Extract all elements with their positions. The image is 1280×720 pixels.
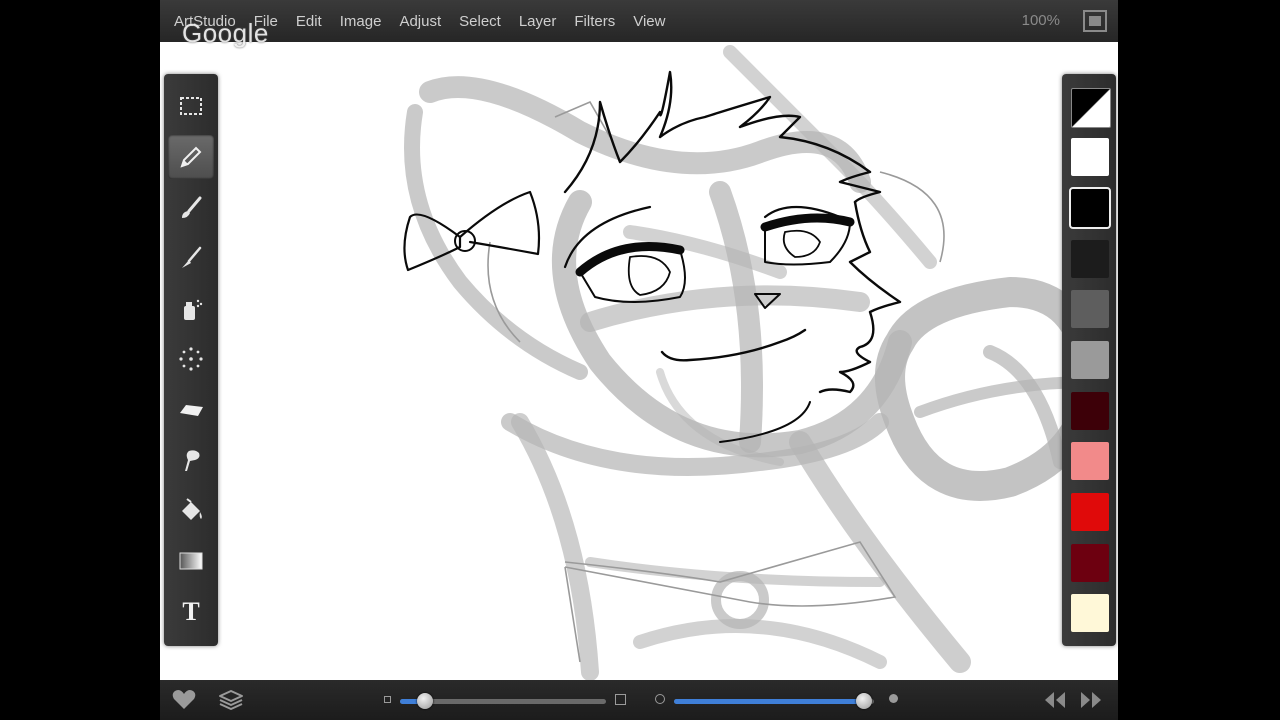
zoom-level: 100%	[1021, 12, 1060, 29]
tool-eraser[interactable]	[168, 388, 214, 432]
pencil-icon	[180, 146, 202, 168]
fast-forward-icon[interactable]	[1078, 688, 1104, 712]
drawing-canvas[interactable]	[160, 42, 1118, 681]
color-swatch[interactable]	[1071, 544, 1109, 582]
brush-size-knob[interactable]	[416, 693, 433, 709]
color-swatch[interactable]	[1071, 290, 1109, 328]
scatter-dots-icon	[179, 347, 203, 371]
menu-view[interactable]: View	[633, 13, 665, 30]
tool-gradient[interactable]	[168, 539, 214, 583]
app-menu[interactable]: ArtStudio	[174, 13, 236, 30]
tool-pencil[interactable]	[168, 135, 214, 179]
size-min-icon	[384, 696, 391, 703]
color-swatch[interactable]	[1071, 442, 1109, 480]
color-swatch[interactable]	[1071, 493, 1109, 531]
color-swatch[interactable]	[1071, 138, 1109, 176]
tool-scatter[interactable]	[168, 337, 214, 381]
opacity-max-icon	[889, 694, 898, 703]
bottom-bar	[160, 680, 1118, 720]
opacity-slider[interactable]	[674, 693, 874, 709]
color-swatch[interactable]	[1071, 341, 1109, 379]
color-swatch[interactable]	[1071, 240, 1109, 278]
tool-fill[interactable]	[168, 489, 214, 533]
smudge-finger-icon	[185, 450, 200, 471]
tool-spray[interactable]	[168, 287, 214, 331]
menu-select[interactable]: Select	[459, 13, 501, 30]
tool-palette: T	[164, 74, 218, 646]
color-swatch[interactable]	[1071, 594, 1109, 632]
menu-bar: ArtStudio File Edit Image Adjust Select …	[160, 0, 1118, 42]
eraser-icon	[180, 405, 203, 416]
size-max-icon	[615, 694, 626, 705]
menu-adjust[interactable]: Adjust	[399, 13, 441, 30]
fullscreen-icon[interactable]	[1082, 9, 1108, 33]
opacity-knob[interactable]	[856, 693, 872, 709]
menu-filters[interactable]: Filters	[574, 13, 615, 30]
spray-can-icon	[184, 299, 203, 320]
tool-marquee[interactable]	[168, 84, 214, 128]
color-swatch[interactable]	[1069, 187, 1111, 229]
tool-smudge-brush[interactable]	[168, 236, 214, 280]
color-swatch[interactable]	[1071, 392, 1109, 430]
sketch-artwork	[403, 45, 1105, 681]
menu-file[interactable]: File	[254, 13, 278, 30]
paint-bucket-icon	[182, 498, 202, 520]
menu-edit[interactable]: Edit	[296, 13, 322, 30]
menu-image[interactable]: Image	[340, 13, 382, 30]
heart-icon[interactable]	[171, 688, 197, 712]
tool-brush[interactable]	[168, 186, 214, 230]
artstudio-app: ArtStudio File Edit Image Adjust Select …	[160, 0, 1118, 720]
text-tool-icon: T	[182, 597, 200, 626]
smudge-brush-icon	[182, 246, 202, 268]
brush-size-slider[interactable]	[400, 693, 606, 709]
tool-text[interactable]: T	[168, 590, 214, 634]
opacity-fill	[674, 699, 864, 704]
color-palette	[1062, 74, 1116, 646]
tool-smudge[interactable]	[168, 438, 214, 482]
rewind-icon[interactable]	[1042, 688, 1068, 712]
primary-secondary-color-swatch[interactable]	[1071, 88, 1111, 128]
opacity-min-icon	[655, 694, 665, 704]
layers-icon[interactable]	[218, 688, 244, 712]
gradient-icon	[179, 552, 203, 570]
brush-icon	[182, 196, 202, 218]
menu-layer[interactable]: Layer	[519, 13, 557, 30]
marquee-select-icon	[180, 97, 202, 115]
